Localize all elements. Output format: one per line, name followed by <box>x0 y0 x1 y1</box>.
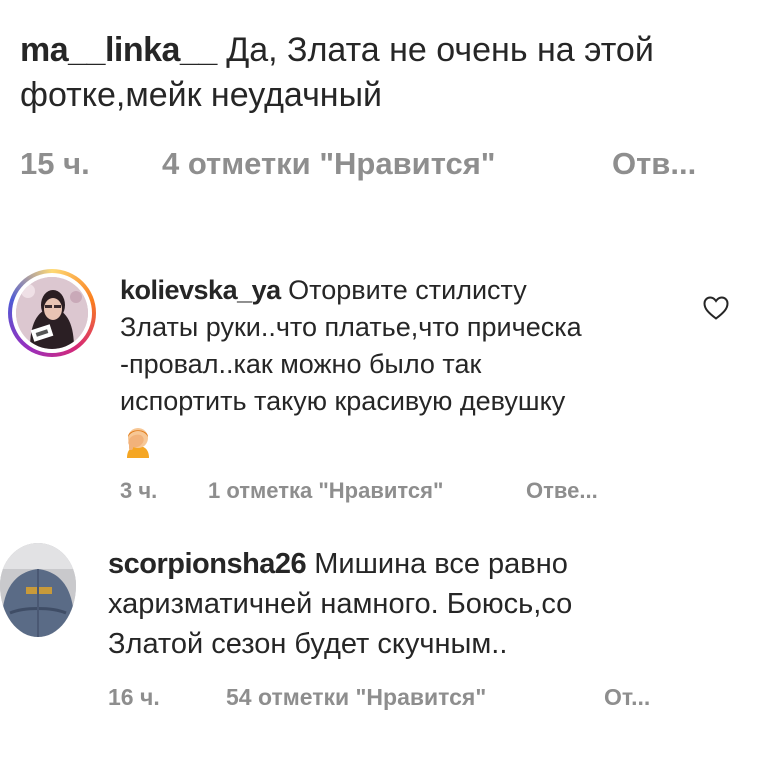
comment-meta: 15 ч. 4 отметки "Нравится" Отв... <box>20 146 750 182</box>
comment-username[interactable]: kolievska_ya <box>120 275 281 305</box>
comment-line: испортить такую красивую девушку <box>120 386 566 416</box>
comment-text: Мишина все равно <box>314 548 568 580</box>
comment-line: Златой сезон будет скучным.. <box>108 628 508 660</box>
comment-meta: 16 ч. 54 отметки "Нравится" От... <box>108 684 708 711</box>
comment-line: -провал..как можно было так <box>120 349 482 379</box>
comment-content: scorpionsha26 Мишина все равно харизмати… <box>108 544 708 711</box>
reply-button[interactable]: Отв... <box>612 146 696 182</box>
comment-timestamp: 15 ч. <box>20 146 90 181</box>
avatar-ring-gap <box>12 273 92 353</box>
comment-line: scorpionsha26 Мишина все равно <box>108 544 708 584</box>
comment-likes-count[interactable]: 54 отметки "Нравится" <box>226 684 604 711</box>
reply-button[interactable]: От... <box>604 684 650 711</box>
comment-body: ma__linka__ Да, Злата не очень на этой ф… <box>20 28 750 118</box>
comment-item: ma__linka__ Да, Злата не очень на этой ф… <box>20 28 750 182</box>
comments-screen: ma__linka__ Да, Злата не очень на этой ф… <box>0 0 768 768</box>
comment-likes-count[interactable]: 4 отметки "Нравится" <box>162 146 612 182</box>
avatar-photo-icon <box>0 543 76 637</box>
comment-text: Оторвите стилисту <box>288 275 527 305</box>
comment-body: kolievska_ya Оторвите стилисту Златы рук… <box>120 272 690 460</box>
comment-content: kolievska_ya Оторвите стилисту Златы рук… <box>120 272 690 504</box>
reply-button[interactable]: Отве... <box>526 478 598 504</box>
avatar[interactable] <box>16 277 88 349</box>
facepalm-emoji-icon <box>127 428 149 458</box>
comment-meta: 3 ч. 1 отметка "Нравится" Отве... <box>120 478 690 504</box>
avatar-photo-icon <box>16 277 88 349</box>
avatar-story-ring[interactable] <box>8 269 96 357</box>
comment-username[interactable]: scorpionsha26 <box>108 548 307 580</box>
comment-body: scorpionsha26 Мишина все равно харизмати… <box>108 544 708 664</box>
comment-username[interactable]: ma__linka__ <box>20 31 217 69</box>
avatar[interactable] <box>0 543 76 637</box>
comment-timestamp: 16 ч. <box>108 684 160 710</box>
comment-line: kolievska_ya Оторвите стилисту <box>120 272 690 309</box>
comment-timestamp: 3 ч. <box>120 478 158 503</box>
comment-line <box>120 420 690 460</box>
comment-line: харизматичней намного. Боюсь,со <box>108 588 573 620</box>
heart-icon[interactable] <box>702 295 730 321</box>
comment-likes-count[interactable]: 1 отметка "Нравится" <box>208 478 526 504</box>
comment-line: Златы руки..что платье,что прическа <box>120 312 582 342</box>
